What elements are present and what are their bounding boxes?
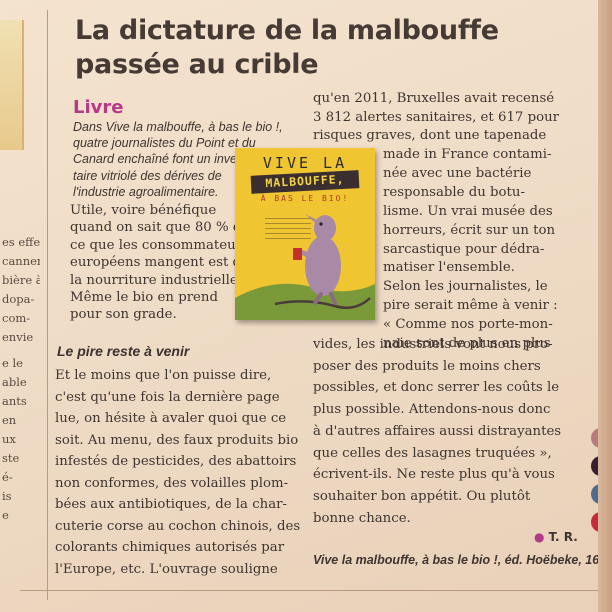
body-line: lue, on hésite à avaler quoi que ce <box>55 411 287 426</box>
body-line: lisme. Un vrai musée des <box>383 203 553 219</box>
body-line: c'est qu'une fois la dernière page <box>55 389 280 405</box>
body-line: colorants chimiques autorisés par <box>55 540 285 555</box>
fragment-text: ants <box>2 394 27 408</box>
adjacent-column-fragment: es effets canner bière à dopa-com-envie e le… <box>0 0 40 612</box>
body-line: que celles des lasagnes truquées », <box>313 445 552 461</box>
body-line: l'Europe, etc. L'ouvrage souligne <box>55 561 278 577</box>
body-line: cuterie corse au cochon chinois, des <box>55 518 301 534</box>
cover-author-names <box>265 218 311 240</box>
body-line: matiser l'ensemble. <box>383 260 515 276</box>
body-line: pour son grade. <box>70 307 177 323</box>
body-line: non conformes, des volailles plom- <box>55 475 289 491</box>
body-line: bées aux antibiotiques, de la char- <box>55 497 287 512</box>
cover-title-line: VIVE LA <box>262 154 348 172</box>
newspaper-page: es effets canner bière à dopa-com-envie e le… <box>0 0 612 612</box>
body-line: soit. Au menu, des faux produits bio <box>55 432 299 448</box>
author-signature: ● T. R. <box>534 530 578 544</box>
body-line: vides, les industriels vont nous pro- <box>313 337 553 352</box>
article-subhead: Le pire reste à venir <box>57 343 190 359</box>
body-line: quand on sait que 80 % de <box>70 220 250 236</box>
body-line: responsable du botu- <box>383 184 525 200</box>
section-kicker: Livre <box>73 97 124 118</box>
body-line: européens mangent est de <box>70 255 249 271</box>
body-line: pire serait même à venir : <box>383 298 558 314</box>
body-line: bonne chance. <box>313 510 411 526</box>
fragment-text: en <box>2 413 17 427</box>
title-line: passée au crible <box>75 49 319 80</box>
body-line: poser des produits le moins chers <box>313 358 541 374</box>
book-cover-image: VIVE LA MALBOUFFE, À BAS LE BIO! <box>235 148 375 320</box>
body-line: made in France contami- <box>383 147 552 162</box>
adjacent-illustration <box>0 20 24 150</box>
fragment-text: é- <box>2 470 13 484</box>
body-line: possibles, et donc serrer les coûts le <box>313 380 560 396</box>
fragment-text: com- <box>2 311 31 325</box>
intro-line: taire vitriolé des dérives de <box>73 168 222 183</box>
body-line: ce que les consommateurs <box>70 237 249 253</box>
body-line: qu'en 2011, Bruxelles avait recensé <box>313 91 555 106</box>
cover-title-line: MALBOUFFE, <box>265 171 345 191</box>
cover-subtitle: À BAS LE BIO! <box>260 194 350 203</box>
body-line: née avec une bactérie <box>383 165 532 181</box>
body-line: horreurs, écrit sur un ton <box>383 222 556 238</box>
body-line: à d'autres affaires aussi distrayantes <box>313 423 562 439</box>
body-line: Même le bio en prend <box>70 290 219 305</box>
column-divider <box>47 10 48 600</box>
page-edge <box>598 0 612 612</box>
bottom-rule <box>20 590 600 591</box>
body-line: Utile, voire bénéfique <box>70 203 217 218</box>
fragment-text: bière à <box>2 273 40 287</box>
body-line: souhaiter bon appétit. Ou plutôt <box>313 488 531 504</box>
article-title: La dictature de la malbouffe passée au c… <box>75 14 595 82</box>
body-line: Selon les journalistes, le <box>383 279 548 295</box>
fragment-text: ste <box>2 451 20 465</box>
body-line: Et le moins que l'on puisse dire, <box>55 368 272 383</box>
intro-line: Dans Vive la malbouffe, à bas le bio !, <box>73 120 283 134</box>
fragment-text: able <box>2 375 27 389</box>
fragment-text: ux <box>2 432 16 446</box>
body-line: « Comme nos porte-mon- <box>383 317 553 333</box>
fragment-text: dopa- <box>2 292 35 306</box>
body-line: sarcastique pour dédra- <box>383 241 545 257</box>
body-line: plus possible. Attendons-nous donc <box>313 402 551 418</box>
body-line: la nourriture industrielle. <box>70 272 243 288</box>
fragment-text: is <box>2 489 12 503</box>
book-credit: Vive la malbouffe, à bas le bio !, éd. H… <box>313 553 610 567</box>
intro-line: l'industrie agroalimentaire. <box>73 184 219 199</box>
fragment-text: e <box>2 508 9 522</box>
fragment-text: envie <box>2 330 34 344</box>
signature-bullet: ● <box>534 530 545 544</box>
body-line: risques graves, dont une tapenade <box>313 128 547 144</box>
fragment-text: canner <box>2 254 40 268</box>
fragment-text: es effets <box>2 235 40 249</box>
signature-text: T. R. <box>548 530 578 544</box>
body-line: infestés de pesticides, des abattoirs <box>55 454 297 469</box>
body-line: écrivent-ils. Ne reste plus qu'à vous <box>313 467 555 483</box>
intro-line: quatre journalistes du Point et du <box>73 136 256 151</box>
fragment-text: e le <box>2 356 23 370</box>
title-line: La dictature de la malbouffe <box>75 15 499 46</box>
body-line: 3 812 alertes sanitaires, et 617 pour <box>313 109 560 125</box>
intro-line: Canard enchaîné font un inven- <box>73 152 249 167</box>
